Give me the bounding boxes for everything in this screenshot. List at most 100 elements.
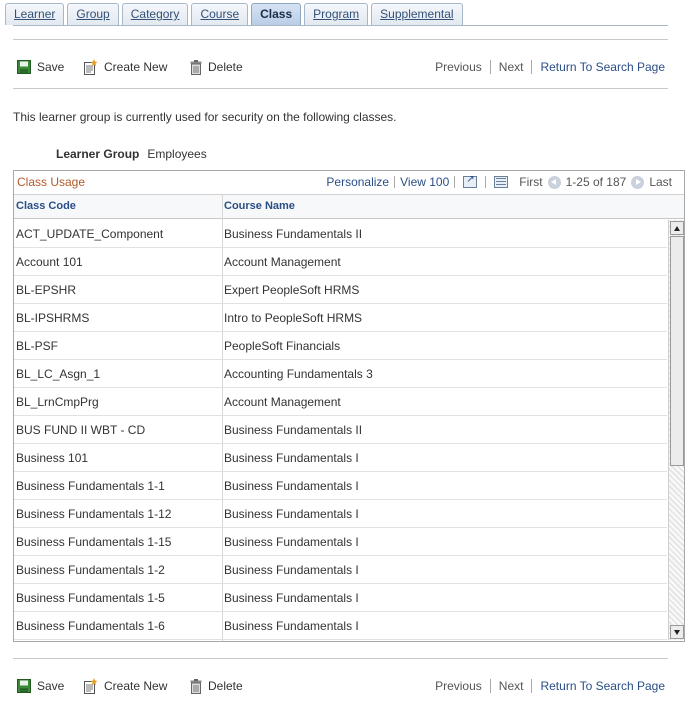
delete-button[interactable]: Delete	[190, 676, 243, 696]
top-toolbar: Save Create New Delete Previous Next Ret…	[17, 57, 665, 77]
delete-label: Delete	[208, 679, 243, 693]
separator	[531, 679, 533, 693]
class-code-cell: Business Fundamentals 1-6	[16, 619, 165, 633]
class-code-cell: Business Fundamentals 1-12	[16, 507, 172, 521]
separator	[394, 176, 396, 188]
tab-class[interactable]: Class	[251, 3, 302, 25]
separator	[489, 60, 491, 74]
zoom-grid-icon[interactable]	[463, 174, 478, 188]
bottom-toolbar: Save Create New Delete Previous Next Ret…	[17, 676, 665, 696]
tab-learner[interactable]: Learner	[5, 3, 65, 25]
column-header-class-code[interactable]: Class Code	[16, 200, 76, 212]
class-code-cell: Business Fundamentals 1-1	[16, 479, 165, 493]
course-name-cell: Business Fundamentals I	[224, 563, 359, 577]
class-code-cell: BL-IPSHRMS	[16, 311, 90, 325]
table-row: ACT_UPDATE_Component Business Fundamental…	[14, 220, 667, 248]
tab-bar: Learner Group Category Course Class Prog…	[5, 3, 466, 25]
class-code-cell: BL_LC_Asgn_1	[16, 367, 101, 381]
table-row: Business 101 Business Fundamentals I	[14, 444, 667, 472]
create-new-icon	[84, 59, 98, 75]
last-link[interactable]: Last	[649, 175, 672, 189]
delete-button[interactable]: Delete	[190, 57, 243, 77]
tab-supplemental[interactable]: Supplemental	[371, 3, 463, 25]
create-new-icon	[84, 678, 98, 694]
save-button[interactable]: Save	[17, 57, 64, 77]
table-row: Business Fundamentals 1-6 Business Fundam…	[14, 612, 667, 640]
scroll-thumb[interactable]	[670, 236, 684, 466]
table-row: BL-PSF PeopleSoft Financials	[14, 332, 667, 360]
class-code-cell: BL-PSF	[16, 339, 59, 353]
download-grid-icon[interactable]	[494, 176, 509, 188]
trash-icon	[190, 59, 202, 75]
return-to-search-link[interactable]: Return To Search Page	[540, 60, 665, 74]
learner-group-field: Learner Group Employees	[56, 147, 207, 161]
table-row: BL-IPSHRMS Intro to PeopleSoft HRMS	[14, 304, 667, 332]
record-nav: Previous Next Return To Search Page	[435, 676, 665, 696]
previous-link[interactable]: Previous	[435, 679, 482, 693]
record-nav: Previous Next Return To Search Page	[435, 57, 665, 77]
course-name-cell: Account Management	[224, 395, 341, 409]
course-name-cell: Business Fundamentals II	[224, 227, 363, 241]
trash-icon	[190, 678, 202, 694]
column-headers: Class Code Course Name	[14, 194, 684, 219]
return-to-search-link[interactable]: Return To Search Page	[540, 679, 665, 693]
next-link[interactable]: Next	[499, 679, 524, 693]
course-name-cell: PeopleSoft Financials	[224, 339, 341, 353]
first-link[interactable]: First	[519, 175, 542, 189]
security-message: This learner group is currently used for…	[13, 110, 397, 124]
scroll-down-icon[interactable]	[670, 625, 684, 639]
next-row-icon[interactable]	[631, 175, 645, 189]
table-row: Account 101 Account Management	[14, 248, 667, 276]
separator	[454, 176, 456, 188]
previous-link[interactable]: Previous	[435, 60, 482, 74]
tab-category[interactable]: Category	[121, 3, 189, 25]
class-code-cell: Business Fundamentals 1-2	[16, 563, 165, 577]
class-code-cell: Business 101	[16, 451, 89, 465]
personalize-link[interactable]: Personalize	[326, 175, 389, 189]
table-row: Business Fundamentals 1-5 Business Fundam…	[14, 584, 667, 612]
scroll-up-icon[interactable]	[670, 221, 684, 235]
learner-group-label: Learner Group	[56, 147, 140, 161]
save-icon	[17, 679, 31, 693]
course-name-cell: Intro to PeopleSoft HRMS	[224, 311, 363, 325]
course-name-cell: Accounting Fundamentals 3	[224, 367, 373, 381]
row-range: 1-25 of 187	[565, 175, 627, 189]
create-new-label: Create New	[104, 679, 168, 693]
course-name-cell: Business Fundamentals I	[224, 535, 359, 549]
course-name-cell: Business Fundamentals I	[224, 507, 359, 521]
next-link[interactable]: Next	[499, 60, 524, 74]
table-row: Business Fundamentals 1-1 Business Fundam…	[14, 472, 667, 500]
tab-program[interactable]: Program	[304, 3, 369, 25]
create-new-button[interactable]: Create New	[82, 676, 167, 696]
divider	[13, 39, 668, 40]
tab-course[interactable]: Course	[191, 3, 249, 25]
grid-header: Class Usage Personalize View 100 First 1…	[14, 171, 684, 194]
column-header-course-name[interactable]: Course Name	[224, 200, 295, 212]
table-row: BL_LrnCmpPrg Account Management	[14, 388, 667, 416]
view-all-link[interactable]: View 100	[400, 175, 449, 189]
create-new-label: Create New	[104, 60, 168, 74]
save-label: Save	[37, 679, 65, 693]
class-code-cell: BUS FUND II WBT - CD	[16, 423, 146, 437]
table-row: Business Fundamentals 1-12 Business Funda…	[14, 500, 667, 528]
divider	[13, 658, 668, 659]
class-code-cell: Business Fundamentals 1-5	[16, 591, 165, 605]
save-label: Save	[37, 60, 65, 74]
class-code-cell: BL-EPSHR	[16, 283, 77, 297]
course-name-cell: Business Fundamentals I	[224, 591, 359, 605]
tab-group[interactable]: Group	[67, 3, 119, 25]
save-button[interactable]: Save	[17, 676, 64, 696]
course-name-cell: Business Fundamentals I	[224, 479, 359, 493]
table-row: BUS FUND II WBT - CD Business Fundamental…	[14, 416, 667, 444]
grid-navigation: Personalize View 100 First 1-25 of 187 L…	[326, 174, 672, 189]
class-code-cell: Account 101	[16, 255, 83, 269]
course-name-cell: Expert PeopleSoft HRMS	[224, 283, 360, 297]
separator	[489, 679, 491, 693]
vertical-scrollbar[interactable]	[668, 220, 684, 640]
table-row: BL_LC_Asgn_1 Accounting Fundamentals 3	[14, 360, 667, 388]
grid-title: Class Usage	[17, 175, 86, 189]
learner-group-value: Employees	[147, 147, 207, 161]
create-new-button[interactable]: Create New	[82, 57, 167, 77]
grid-rows: ACT_UPDATE_Component Business Fundamental…	[14, 220, 667, 640]
previous-row-icon[interactable]	[547, 175, 561, 189]
